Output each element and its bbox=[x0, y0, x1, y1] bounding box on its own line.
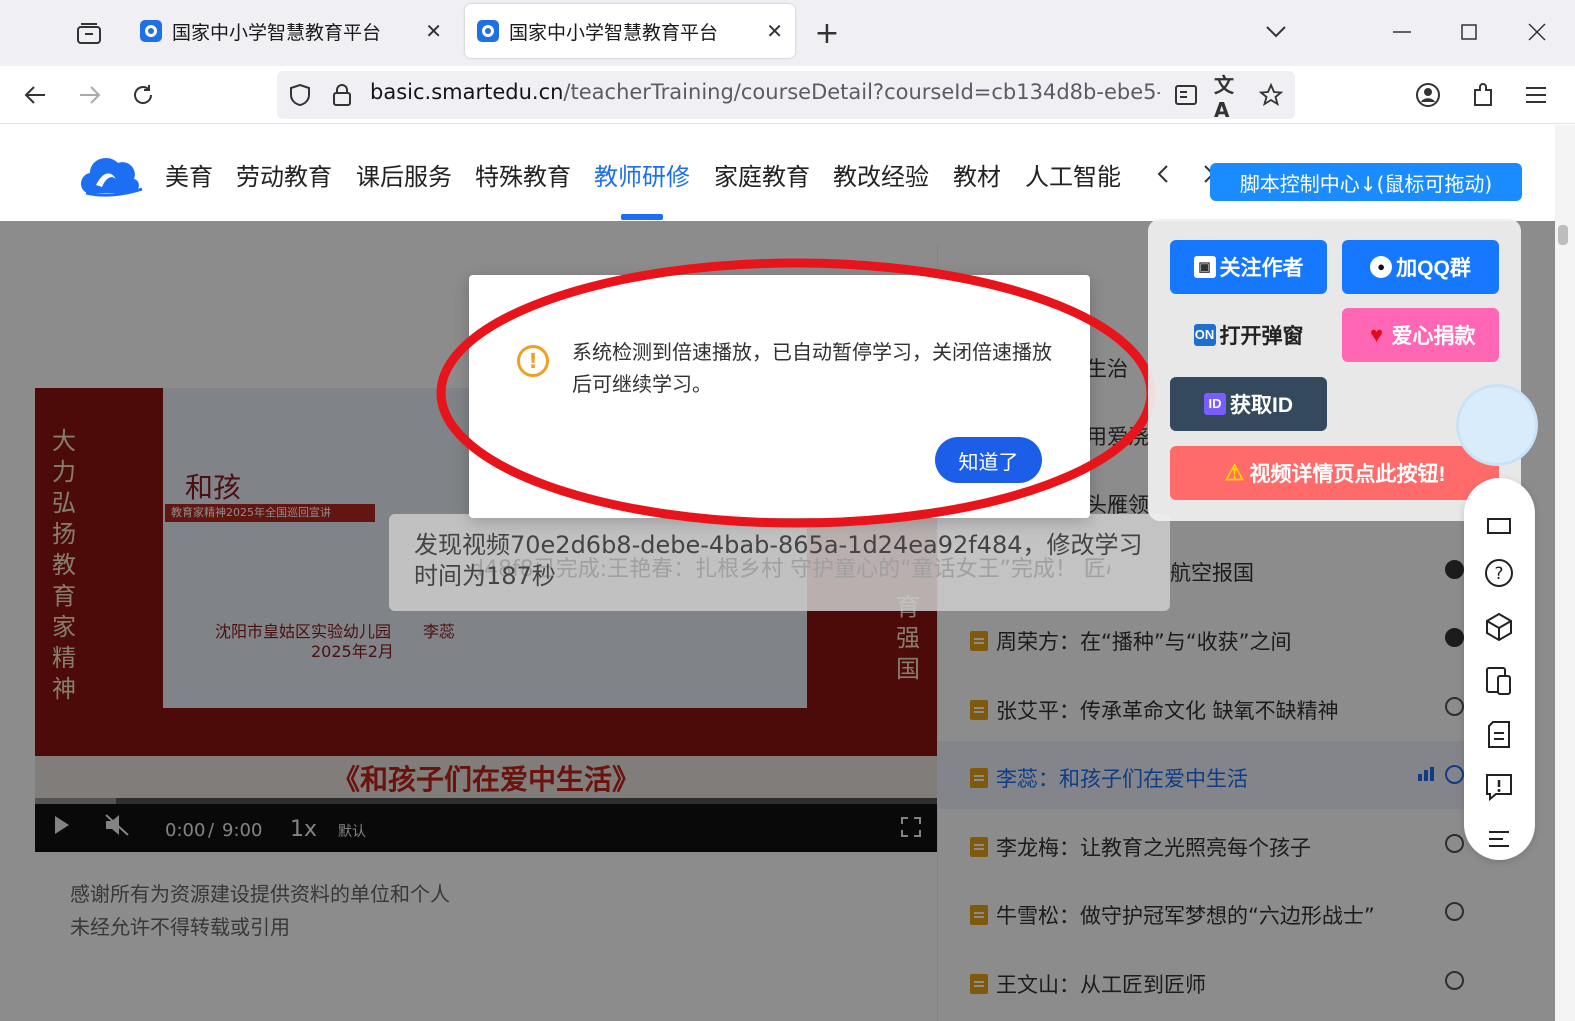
site-logo[interactable] bbox=[76, 149, 144, 199]
notes-icon[interactable] bbox=[1482, 717, 1516, 751]
tab-title: 国家中小学智慧教育平台 bbox=[509, 21, 719, 44]
get-id-button[interactable]: ID 获取ID bbox=[1170, 377, 1327, 431]
lock-icon[interactable] bbox=[328, 81, 356, 109]
donate-button[interactable]: ♥ 爱心捐款 bbox=[1342, 308, 1499, 362]
bookmark-star-icon[interactable] bbox=[1257, 81, 1285, 109]
video-detail-button[interactable]: ⚠ 视频详情页点此按钮! bbox=[1170, 446, 1499, 500]
close-tab-icon[interactable]: ✕ bbox=[766, 19, 783, 43]
forward-arrow-icon[interactable] bbox=[75, 80, 105, 110]
reader-view-icon[interactable] bbox=[1172, 81, 1200, 109]
follow-author-label: 关注作者 bbox=[1219, 257, 1304, 280]
nav-prev-chevron-icon[interactable] bbox=[1150, 160, 1176, 188]
warning-icon: ! bbox=[517, 345, 549, 377]
nav-item-jiaocai[interactable]: 教材 bbox=[953, 157, 1001, 192]
tv-icon: ▣ bbox=[1193, 256, 1216, 278]
tab-1[interactable]: 国家中小学智慧教育平台 ✕ bbox=[128, 4, 454, 58]
close-window-icon[interactable] bbox=[1523, 18, 1551, 46]
cube-icon[interactable] bbox=[1482, 610, 1516, 644]
nav-item-kehou[interactable]: 课后服务 bbox=[356, 157, 452, 192]
nav-item-jiating[interactable]: 家庭教育 bbox=[714, 157, 810, 192]
nav-item-laodong[interactable]: 劳动教育 bbox=[236, 157, 332, 192]
site-favicon-icon bbox=[477, 20, 499, 42]
get-id-label: 获取ID bbox=[1230, 394, 1293, 417]
shield-icon[interactable] bbox=[286, 81, 314, 109]
minimize-icon[interactable] bbox=[1388, 18, 1416, 46]
account-icon[interactable] bbox=[1413, 80, 1443, 110]
follow-author-button[interactable]: ▣ 关注作者 bbox=[1170, 240, 1327, 294]
acknowledge-button[interactable]: 知道了 bbox=[935, 437, 1042, 483]
extensions-icon[interactable] bbox=[1468, 80, 1498, 110]
nav-item-rengong-zhineng[interactable]: 人工智能 bbox=[1025, 157, 1121, 192]
warning-triangle-icon: ⚠ bbox=[1224, 460, 1245, 485]
script-panel-header[interactable]: 脚本控制中心↓(鼠标可拖动) bbox=[1210, 163, 1522, 201]
donate-label: 爱心捐款 bbox=[1391, 325, 1476, 348]
open-popup-button[interactable]: ON 打开弹窗 bbox=[1170, 308, 1327, 362]
tab-overview-icon[interactable] bbox=[74, 18, 104, 48]
url-path: /teacherTraining/courseDetail?courseId=c… bbox=[563, 80, 1160, 104]
dialog-message: 系统检测到倍速播放，已自动暂停学习，关闭倍速播放后可继续学习。 bbox=[572, 340, 1052, 396]
menu-icon[interactable] bbox=[1521, 80, 1551, 110]
nav-active-indicator bbox=[621, 214, 663, 220]
penguin-icon: ● bbox=[1370, 256, 1393, 278]
on-switch-icon: ON bbox=[1193, 324, 1216, 346]
tab-list-chevron-icon[interactable] bbox=[1262, 18, 1290, 46]
feedback-icon[interactable] bbox=[1482, 770, 1516, 804]
url-host: basic.smartedu.cn bbox=[370, 80, 564, 104]
mascot-avatar[interactable] bbox=[1456, 384, 1538, 466]
back-arrow-icon[interactable] bbox=[20, 80, 50, 110]
new-tab-icon[interactable]: + bbox=[812, 16, 842, 51]
tab-2[interactable]: 国家中小学智慧教育平台 ✕ bbox=[465, 4, 795, 58]
site-favicon-icon bbox=[140, 20, 162, 42]
collapse-menu-icon[interactable] bbox=[1482, 822, 1516, 856]
svg-text:?: ? bbox=[1494, 564, 1503, 584]
tab-title: 国家中小学智慧教育平台 bbox=[172, 21, 382, 44]
join-qq-group-button[interactable]: ● 加QQ群 bbox=[1342, 240, 1499, 294]
page-scrollbar[interactable] bbox=[1555, 125, 1575, 1021]
join-qq-group-label: 加QQ群 bbox=[1396, 257, 1471, 280]
home-icon[interactable] bbox=[1482, 505, 1516, 535]
devices-icon[interactable] bbox=[1482, 664, 1516, 698]
reload-icon[interactable] bbox=[128, 80, 158, 110]
video-detail-label: 视频详情页点此按钮! bbox=[1249, 463, 1446, 486]
toast-message: 发现视频70e2d6b8-debe-4bab-865a-1d24ea92f484… bbox=[414, 531, 1143, 590]
nav-item-teshu[interactable]: 特殊教育 bbox=[475, 157, 571, 192]
maximize-icon[interactable] bbox=[1455, 18, 1483, 46]
url-text[interactable]: basic.smartedu.cn/teacherTraining/course… bbox=[370, 80, 1160, 104]
translate-icon[interactable]: 文A bbox=[1214, 73, 1244, 122]
id-icon: ID bbox=[1204, 393, 1226, 415]
close-tab-icon[interactable]: ✕ bbox=[425, 19, 442, 43]
page-scrollbar-thumb[interactable] bbox=[1558, 225, 1568, 245]
nav-item-meiyu[interactable]: 美育 bbox=[165, 157, 213, 192]
help-icon[interactable]: ? bbox=[1482, 556, 1516, 590]
nav-item-jiaoshi-yanxiu[interactable]: 教师研修 bbox=[594, 157, 690, 192]
nav-item-jiaogai[interactable]: 教改经验 bbox=[833, 157, 929, 192]
heart-icon: ♥ bbox=[1369, 322, 1384, 347]
open-popup-label: 打开弹窗 bbox=[1219, 325, 1304, 348]
